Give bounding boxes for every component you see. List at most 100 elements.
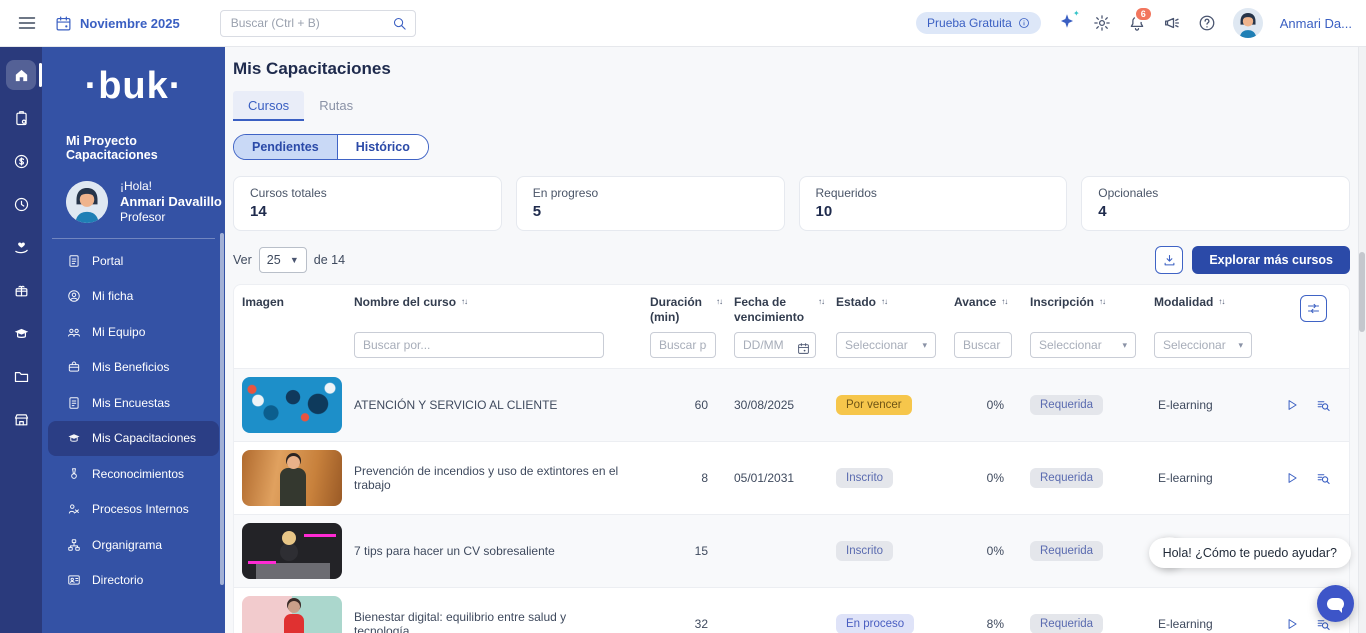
- course-progress: 0%: [942, 471, 1018, 485]
- global-search: [220, 10, 416, 37]
- course-duration: 15: [638, 544, 722, 558]
- course-name: 7 tips para hacer un CV sobresaliente: [342, 544, 638, 558]
- gear-icon[interactable]: [1093, 14, 1111, 32]
- filter-modalidad-select[interactable]: Seleccionar▾: [1154, 332, 1252, 358]
- tab-bar: Cursos Rutas: [233, 91, 1350, 121]
- sidebar-item-organigrama[interactable]: Organigrama: [48, 527, 219, 563]
- sidebar-user-name: Anmari Davalillo: [120, 194, 222, 209]
- filter-avance-input[interactable]: [954, 332, 1012, 358]
- col-duracion: Duración (min)↑↓: [638, 295, 722, 325]
- sidebar-item-label: Procesos Internos: [92, 502, 189, 516]
- user-name[interactable]: Anmari Da...: [1280, 16, 1352, 31]
- rail-home-icon[interactable]: [6, 60, 36, 90]
- sidebar-item-mis-capacitaciones[interactable]: Mis Capacitaciones: [48, 421, 219, 457]
- sidebar-item-label: Mis Capacitaciones: [92, 431, 196, 445]
- toggle-historico[interactable]: Histórico: [338, 135, 428, 159]
- stat-label: En progreso: [533, 186, 768, 200]
- person-badge-icon: [67, 289, 81, 303]
- chevron-down-icon: ▾: [1122, 340, 1127, 351]
- user-avatar[interactable]: [1233, 8, 1263, 38]
- rail-tasks-icon[interactable]: [6, 103, 36, 133]
- rail-payments-icon[interactable]: [6, 146, 36, 176]
- page-title: Mis Capacitaciones: [233, 59, 1350, 79]
- filter-nombre-input[interactable]: [354, 332, 604, 358]
- team-icon: [67, 325, 81, 339]
- rail-wellness-icon[interactable]: [6, 232, 36, 262]
- sidebar-item-mi-equipo[interactable]: Mi Equipo: [48, 314, 219, 350]
- status-badge: Inscrito: [836, 541, 893, 561]
- status-badge: Por vencer: [836, 395, 912, 415]
- course-modality: E-learning: [1142, 398, 1254, 412]
- search-icon[interactable]: [392, 16, 407, 31]
- tab-rutas[interactable]: Rutas: [304, 91, 368, 121]
- page-size-select[interactable]: 25 ▼: [259, 247, 307, 273]
- rail-files-icon[interactable]: [6, 361, 36, 391]
- toggle-pendientes[interactable]: Pendientes: [234, 135, 338, 159]
- col-inscripcion: Inscripción↑↓: [1018, 295, 1142, 310]
- sidebar-item-mis-encuestas[interactable]: Mis Encuestas: [48, 385, 219, 421]
- rail-bank-icon[interactable]: [6, 404, 36, 434]
- filter-duracion-input[interactable]: [650, 332, 716, 358]
- month-selector[interactable]: Noviembre 2025: [55, 15, 180, 32]
- enrollment-badge: Requerida: [1030, 614, 1103, 633]
- menu-icon[interactable]: [17, 13, 37, 33]
- stat-value: 5: [533, 203, 768, 220]
- page-scrollbar-thumb[interactable]: [1359, 252, 1365, 332]
- sidebar-item-reconocimientos[interactable]: Reconocimientos: [48, 456, 219, 492]
- directory-icon: [67, 573, 81, 587]
- sidebar-item-directorio[interactable]: Directorio: [48, 563, 219, 599]
- sidebar-user-role: Profesor: [120, 210, 222, 224]
- rail-education-icon[interactable]: [6, 318, 36, 348]
- stat-opcionales: Opcionales 4: [1081, 176, 1350, 231]
- calendar-icon[interactable]: [797, 342, 810, 355]
- chat-launcher-button[interactable]: [1317, 585, 1354, 622]
- help-icon[interactable]: [1198, 14, 1216, 32]
- play-course-button[interactable]: [1285, 471, 1299, 486]
- column-settings-button[interactable]: [1300, 295, 1327, 322]
- sidebar-item-procesos-internos[interactable]: Procesos Internos: [48, 492, 219, 528]
- course-duration: 8: [638, 471, 722, 485]
- orgchart-icon: [67, 538, 81, 552]
- stat-label: Requeridos: [816, 186, 1051, 200]
- course-name: ATENCIÓN Y SERVICIO AL CLIENTE: [342, 398, 638, 412]
- explore-courses-button[interactable]: Explorar más cursos: [1192, 246, 1350, 274]
- table-header: Imagen Nombre del curso↑↓ Duración (min)…: [234, 285, 1349, 325]
- col-fecha: Fecha de vencimiento↑↓: [722, 295, 824, 325]
- sort-icon[interactable]: ↑↓: [1218, 297, 1224, 310]
- table-row[interactable]: Bienestar digital: equilibrio entre salu…: [234, 587, 1349, 633]
- ai-sparkle-icon[interactable]: ✦: [1058, 12, 1076, 35]
- page-scrollbar[interactable]: [1358, 47, 1366, 633]
- trial-badge[interactable]: Prueba Gratuita: [916, 12, 1041, 34]
- megaphone-icon[interactable]: [1163, 14, 1181, 32]
- course-progress: 8%: [942, 617, 1018, 631]
- sort-icon[interactable]: ↑↓: [881, 297, 887, 310]
- search-input[interactable]: [220, 10, 416, 37]
- sort-icon[interactable]: ↑↓: [1001, 297, 1007, 310]
- course-modality: E-learning: [1142, 471, 1254, 485]
- sidebar-avatar: [66, 181, 108, 223]
- tab-cursos[interactable]: Cursos: [233, 91, 304, 121]
- course-details-button[interactable]: [1316, 398, 1331, 413]
- sidebar-item-mis-beneficios[interactable]: Mis Beneficios: [48, 350, 219, 386]
- sidebar-item-label: Mis Encuestas: [92, 396, 170, 410]
- play-course-button[interactable]: [1285, 617, 1299, 632]
- chat-greeting-bubble[interactable]: Hola! ¿Cómo te puedo ayudar?: [1149, 538, 1351, 568]
- rail-time-icon[interactable]: [6, 189, 36, 219]
- greeting: ¡Hola!: [120, 179, 222, 193]
- sort-icon[interactable]: ↑↓: [461, 297, 467, 310]
- rail-gift-icon[interactable]: [6, 275, 36, 305]
- table-filter-row: Seleccionar▾ Seleccionar▾ Seleccionar▾: [234, 325, 1349, 368]
- download-button[interactable]: [1155, 246, 1183, 274]
- sidebar-item-mi-ficha[interactable]: Mi ficha: [48, 279, 219, 315]
- course-name: Prevención de incendios y uso de extinto…: [342, 464, 638, 492]
- bell-icon[interactable]: 6: [1128, 14, 1146, 32]
- sidebar-item-portal[interactable]: Portal: [48, 243, 219, 279]
- sort-icon[interactable]: ↑↓: [1099, 297, 1105, 310]
- play-course-button[interactable]: [1285, 398, 1299, 413]
- table-row[interactable]: Prevención de incendios y uso de extinto…: [234, 441, 1349, 514]
- filter-estado-select[interactable]: Seleccionar▾: [836, 332, 936, 358]
- course-details-button[interactable]: [1316, 471, 1331, 486]
- filter-inscripcion-select[interactable]: Seleccionar▾: [1030, 332, 1136, 358]
- sidebar-scrollbar[interactable]: [220, 233, 224, 585]
- table-row[interactable]: ATENCIÓN Y SERVICIO AL CLIENTE 60 30/08/…: [234, 368, 1349, 441]
